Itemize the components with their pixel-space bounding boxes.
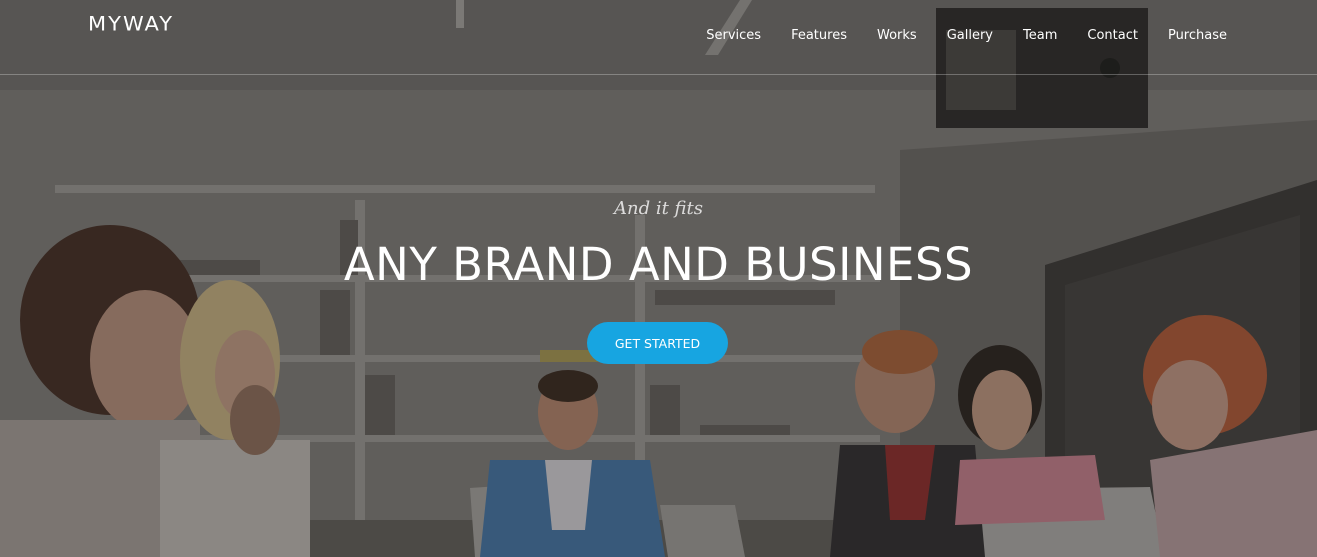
hero-headline: ANY BRAND AND BUSINESS — [343, 238, 974, 291]
nav-item-contact: Contact — [1087, 26, 1138, 44]
nav-link-team[interactable]: Team — [1023, 28, 1057, 43]
nav-item-features: Features — [791, 26, 847, 44]
nav-link-gallery[interactable]: Gallery — [947, 28, 993, 43]
nav-link-features[interactable]: Features — [791, 28, 847, 43]
nav-item-services: Services — [706, 26, 761, 44]
top-navbar: MYWAY Services Features Works Gallery Te… — [0, 0, 1317, 75]
nav-item-purchase: Purchase — [1168, 26, 1227, 44]
hero-section: MYWAY Services Features Works Gallery Te… — [0, 0, 1317, 557]
nav-item-gallery: Gallery — [947, 26, 993, 44]
site-logo[interactable]: MYWAY — [88, 13, 174, 35]
main-menu: Services Features Works Gallery Team Con… — [676, 26, 1227, 44]
hero-tagline: And it fits — [613, 198, 704, 219]
nav-link-works[interactable]: Works — [877, 28, 917, 43]
nav-link-contact[interactable]: Contact — [1087, 28, 1138, 43]
nav-item-works: Works — [877, 26, 917, 44]
nav-link-purchase[interactable]: Purchase — [1168, 28, 1227, 43]
nav-link-services[interactable]: Services — [706, 28, 761, 43]
get-started-button[interactable]: GET STARTED — [587, 322, 728, 364]
nav-item-team: Team — [1023, 26, 1057, 44]
